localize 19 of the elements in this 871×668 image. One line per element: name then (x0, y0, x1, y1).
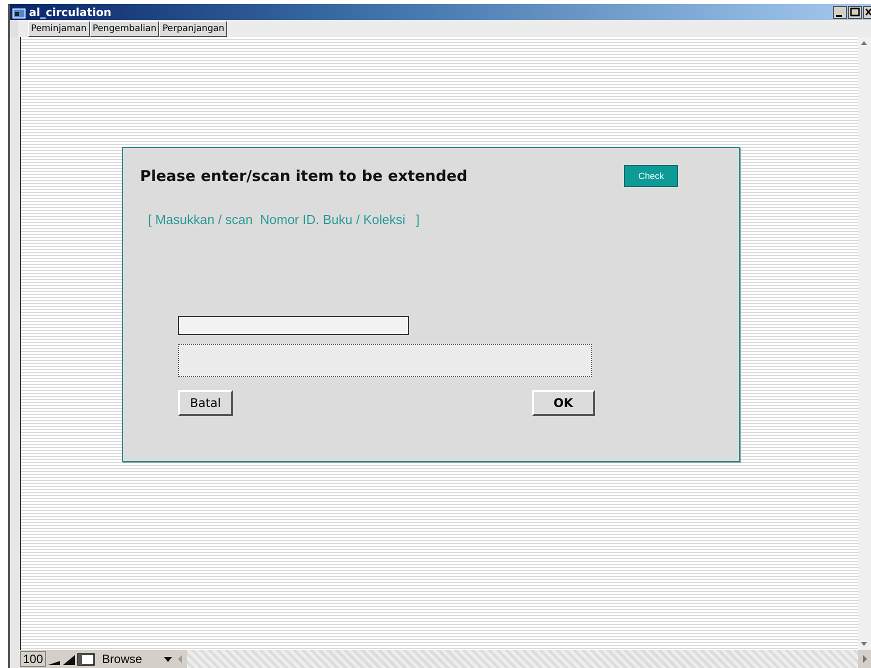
cancel-button[interactable]: Batal (178, 390, 233, 416)
dialog-heading: Please enter/scan item to be extended (140, 167, 468, 185)
tab[interactable]: Pengembalian (90, 21, 160, 37)
tab[interactable]: Perpanjangan (159, 21, 228, 37)
tab[interactable]: Peminjaman (28, 21, 90, 37)
mode-dropdown[interactable]: Browse (96, 652, 162, 666)
hint-text: [ Masukkan / scan Nomor ID. Buku / Koleksi ] (148, 212, 421, 227)
zoom-level[interactable]: 100 (20, 651, 46, 667)
app-icon (12, 6, 26, 18)
ok-button[interactable]: OK (532, 390, 595, 416)
maximize-icon[interactable] (848, 6, 862, 18)
caret-icon[interactable] (163, 654, 174, 664)
layout-icon[interactable] (77, 652, 96, 666)
input-field[interactable] (178, 316, 409, 335)
zoom-in-icon[interactable] (62, 652, 76, 666)
input-field[interactable] (178, 344, 592, 377)
window-title: al_circulation (29, 6, 112, 18)
close-icon[interactable] (863, 6, 871, 18)
minimize-icon[interactable] (833, 6, 847, 18)
